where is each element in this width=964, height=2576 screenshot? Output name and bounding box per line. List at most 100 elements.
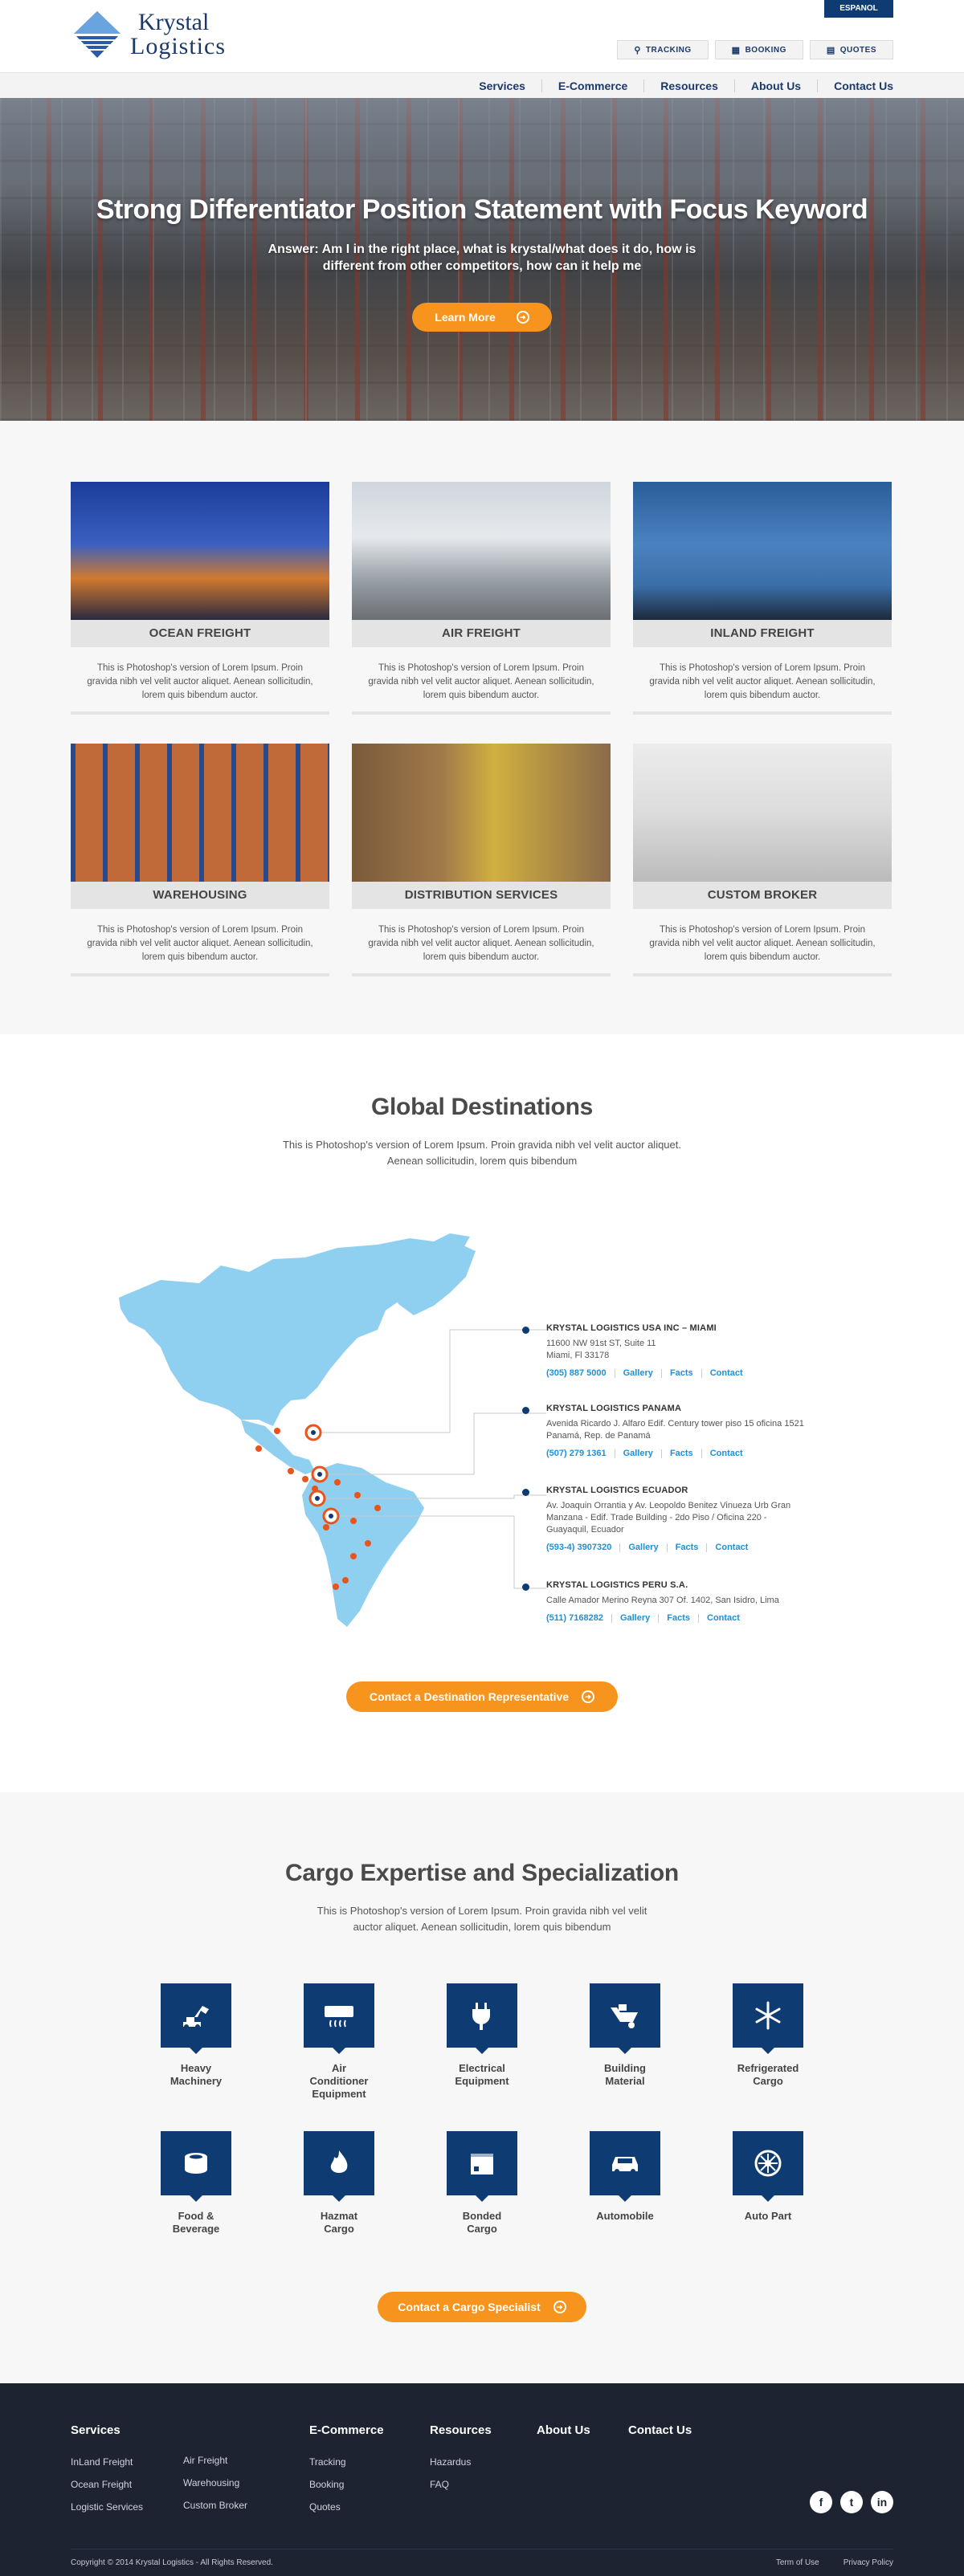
language-button[interactable]: ESPANOL [824,0,893,18]
service-title: CUSTOM BROKER [633,882,892,909]
gallery-link[interactable]: Gallery [611,1613,658,1623]
footer-about-link[interactable]: About Us [537,2423,590,2437]
contact-cargo-specialist-button[interactable]: Contact a Cargo Specialist ➜ [378,2292,586,2322]
cargo-bonded[interactable]: Bonded Cargo [447,2131,517,2236]
cargo-refrigerated[interactable]: Refrigerated Cargo [733,1983,803,2101]
cargo-food-beverage[interactable]: Food & Beverage [161,2131,231,2236]
service-card-custom-broker[interactable]: CUSTOM BROKER This is Photoshop's versio… [633,744,892,976]
contact-destination-representative-button[interactable]: Contact a Destination Representative ➜ [346,1681,618,1712]
hero-title: Strong Differentiator Position Statement… [96,194,868,225]
contact-link[interactable]: Contact [701,1449,751,1458]
service-title: OCEAN FREIGHT [71,620,329,647]
cargo-label: Electrical Equipment [455,2062,509,2087]
contact-link[interactable]: Contact [706,1543,756,1552]
footer-link[interactable]: Air Freight [183,2455,247,2466]
booking-link[interactable]: ▦ BOOKING [714,40,803,59]
nav-ecommerce[interactable]: E-Commerce [541,79,643,92]
address-line: 11600 NW 91st ST, Suite 11 [546,1339,656,1348]
quotes-link[interactable]: ▤ QUOTES [809,40,893,59]
footer-heading: Services [71,2423,120,2437]
footer-link[interactable]: Logistic Services [71,2501,143,2513]
cargo-auto-part[interactable]: Auto Part [733,2131,803,2236]
distribution-services-image [352,744,611,882]
footer-link[interactable]: Booking [309,2479,384,2490]
location-dot-icon [522,1407,529,1414]
phone-link[interactable]: (305) 887 5000 [546,1368,607,1378]
cargo-air-conditioner[interactable]: Air Conditioner Equipment [304,1983,374,2101]
location-dot-icon [522,1327,529,1334]
hero-subtitle-prefix: Answer: [268,243,319,256]
service-description: This is Photoshop's version of Lorem Ips… [87,663,313,700]
contact-link[interactable]: Contact [701,1368,751,1378]
cargo-building-material[interactable]: Building Material [590,1983,660,2101]
facts-link[interactable]: Facts [658,1613,698,1623]
service-title: INLAND FREIGHT [633,620,892,647]
nav-contact-us[interactable]: Contact Us [817,79,893,92]
learn-more-label: Learn More [435,311,496,324]
footer-link[interactable]: Warehousing [183,2477,247,2488]
service-card-inland-freight[interactable]: INLAND FREIGHT This is Photoshop's versi… [633,482,892,715]
service-card-ocean-freight[interactable]: OCEAN FREIGHT This is Photoshop's versio… [71,482,329,715]
custom-broker-image [633,744,892,882]
twitter-icon[interactable]: t [840,2491,863,2513]
linkedin-icon[interactable]: in [871,2491,893,2513]
cargo-hazmat[interactable]: Hazmat Cargo [304,2131,374,2236]
description-line-2: auctor aliquet. Aenean sollicitudin, lor… [353,1921,611,1933]
global-destinations-description: This is Photoshop's version of Lorem Ips… [0,1137,964,1169]
service-card-air-freight[interactable]: AIR FREIGHT This is Photoshop's version … [352,482,611,715]
nav-about-us[interactable]: About Us [733,79,817,92]
footer-link[interactable]: FAQ [430,2479,492,2490]
calendar-icon: ▦ [731,45,741,55]
cargo-electrical-equipment[interactable]: Electrical Equipment [447,1983,517,2101]
cargo-label: Food & Beverage [172,2210,220,2235]
gallery-link[interactable]: Gallery [619,1543,666,1552]
office-address: Calle Amador Merino Reyna 307 Of. 1402, … [546,1595,852,1607]
cargo-heavy-machinery[interactable]: Heavy Machinery [161,1983,231,2101]
footer-link[interactable]: Custom Broker [183,2500,247,2511]
services-section: OCEAN FREIGHT This is Photoshop's versio… [0,421,964,1034]
flame-icon [304,2131,374,2202]
address-line: Guayaquil, Ecuador [546,1525,624,1535]
footer-link[interactable]: Quotes [309,2501,384,2513]
contact-link[interactable]: Contact [698,1613,748,1623]
address-line: Manzana - Edif. Trade Building - 2do Pis… [546,1513,767,1522]
divider [71,973,329,976]
privacy-policy-link[interactable]: Privacy Policy [844,2558,893,2567]
address-line: Avenida Ricardo J. Alfaro Edif. Century … [546,1419,804,1429]
phone-link[interactable]: (507) 279 1361 [546,1449,607,1458]
service-card-distribution-services[interactable]: DISTRIBUTION SERVICES This is Photoshop'… [352,744,611,976]
facts-link[interactable]: Facts [666,1543,707,1552]
footer-heading: Resources [430,2423,492,2437]
description-line-2: Aenean sollicitudin, lorem quis bibendum [386,1155,578,1167]
cargo-automobile[interactable]: Automobile [590,2131,660,2236]
facts-link[interactable]: Facts [660,1449,701,1458]
quotes-label: QUOTES [839,45,876,55]
footer-services-column: Services InLand Freight Ocean Freight Lo… [71,2423,143,2524]
cargo-expertise-description: This is Photoshop's version of Lorem Ips… [0,1903,964,1935]
terms-of-use-link[interactable]: Term of Use [776,2558,819,2567]
address-line: Miami, Fl 33178 [546,1351,610,1360]
cargo-label: Refrigerated Cargo [737,2062,799,2087]
gallery-link[interactable]: Gallery [614,1368,661,1378]
footer-contact-link[interactable]: Contact Us [628,2423,692,2437]
tracking-link[interactable]: ⚲ TRACKING [617,40,709,59]
footer-heading: E-Commerce [309,2423,384,2437]
nav-services[interactable]: Services [463,79,541,92]
office-name: KRYSTAL LOGISTICS USA INC – MIAMI [546,1323,717,1333]
footer-link[interactable]: Ocean Freight [71,2479,143,2490]
facts-link[interactable]: Facts [660,1368,701,1378]
description-line-1: This is Photoshop's version of Lorem Ips… [282,1139,681,1151]
footer-link[interactable]: Tracking [309,2456,384,2468]
phone-link[interactable]: (593-4) 3907320 [546,1543,611,1552]
global-destinations-section: Global Destinations This is Photoshop's … [0,1034,964,1792]
phone-link[interactable]: (511) 7168282 [546,1613,603,1623]
footer-link[interactable]: InLand Freight [71,2456,143,2468]
learn-more-button[interactable]: Learn More ➜ [412,303,552,332]
office-panama: KRYSTAL LOGISTICS PANAMA Avenida Ricardo… [522,1404,852,1458]
facebook-icon[interactable]: f [810,2491,832,2513]
logo[interactable]: Krystal Logistics [71,10,226,59]
nav-resources[interactable]: Resources [643,79,734,92]
footer-link[interactable]: Hazardus [430,2456,492,2468]
gallery-link[interactable]: Gallery [614,1449,661,1458]
service-card-warehousing[interactable]: WAREHOUSING This is Photoshop's version … [71,744,329,976]
